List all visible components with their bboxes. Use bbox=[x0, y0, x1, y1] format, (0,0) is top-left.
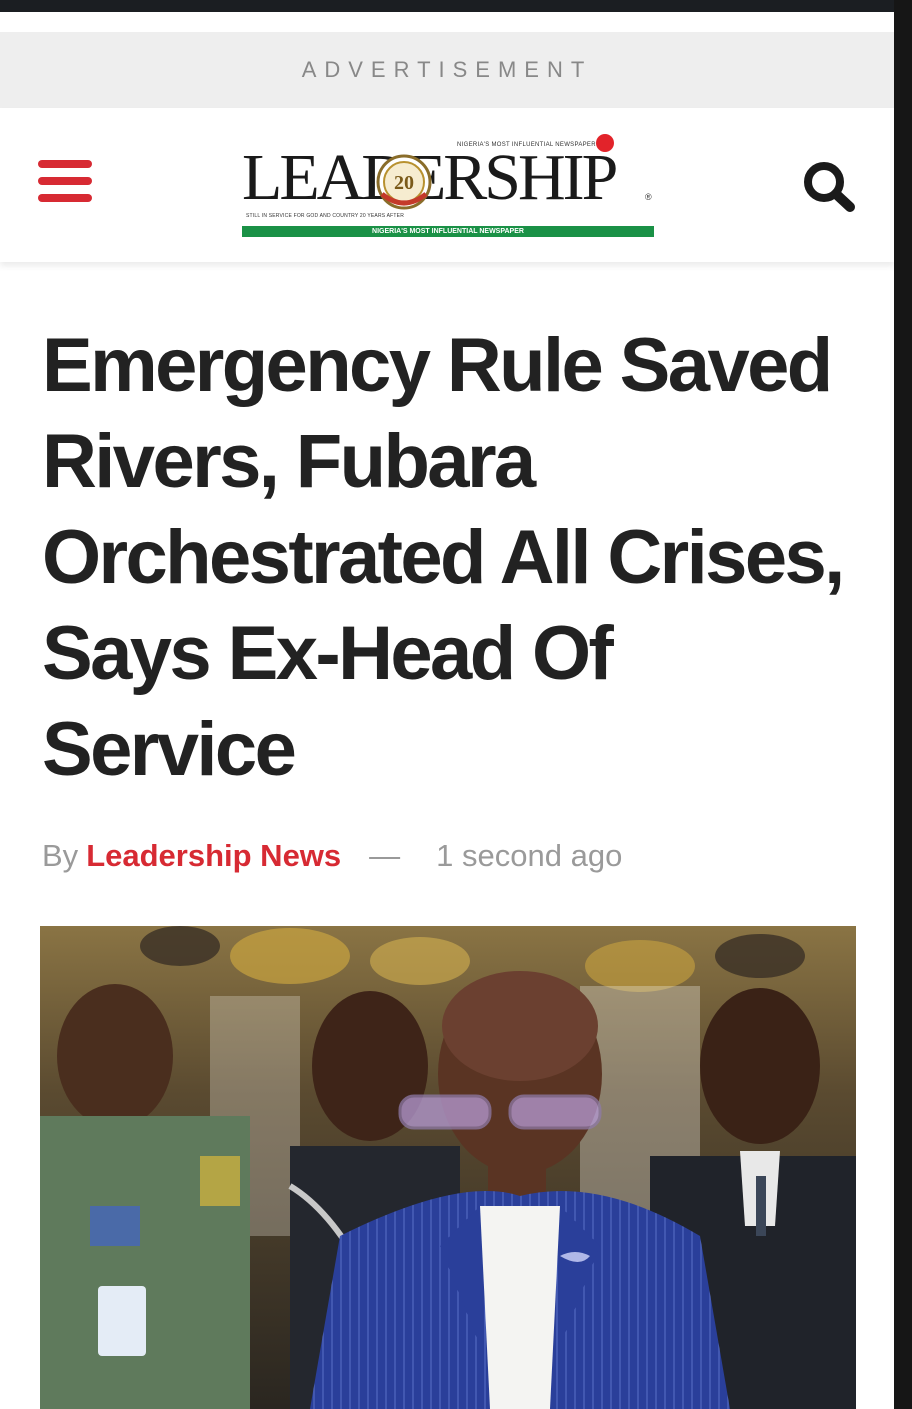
svg-text:20: 20 bbox=[394, 172, 414, 194]
hamburger-menu-icon[interactable] bbox=[38, 160, 92, 204]
screen-right-edge bbox=[894, 0, 912, 1409]
article-byline: By Leadership News — 1 second ago bbox=[42, 834, 622, 878]
screen-top-edge bbox=[0, 0, 912, 12]
article-page: ADVERTISEMENT NIGERIA'S MOST INFLUENTIAL… bbox=[0, 12, 894, 1409]
search-icon[interactable] bbox=[800, 160, 858, 212]
logo-green-band: NIGERIA'S MOST INFLUENTIAL NEWSPAPER bbox=[242, 226, 654, 237]
featured-photo-illustration bbox=[40, 926, 856, 1409]
advertisement-banner[interactable]: ADVERTISEMENT bbox=[0, 32, 894, 108]
article-featured-image[interactable] bbox=[40, 926, 856, 1409]
logo-registered-mark: ® bbox=[645, 192, 652, 202]
site-header: NIGERIA'S MOST INFLUENTIAL NEWSPAPER LEA… bbox=[0, 108, 894, 262]
byline-prefix: By bbox=[42, 838, 79, 873]
leadership-logo[interactable]: NIGERIA'S MOST INFLUENTIAL NEWSPAPER LEA… bbox=[242, 134, 654, 237]
anniversary-badge-icon: 20 bbox=[376, 154, 432, 210]
byline-separator: — bbox=[369, 838, 401, 873]
article-headline: Emergency Rule Saved Rivers, Fubara Orch… bbox=[42, 323, 845, 792]
logo-sub-tagline: STILL IN SERVICE FOR GOD AND COUNTRY 20 … bbox=[246, 213, 405, 219]
author-link[interactable]: Leadership News bbox=[86, 838, 341, 874]
advertisement-label: ADVERTISEMENT bbox=[301, 57, 593, 82]
publish-time: 1 second ago bbox=[436, 838, 623, 873]
